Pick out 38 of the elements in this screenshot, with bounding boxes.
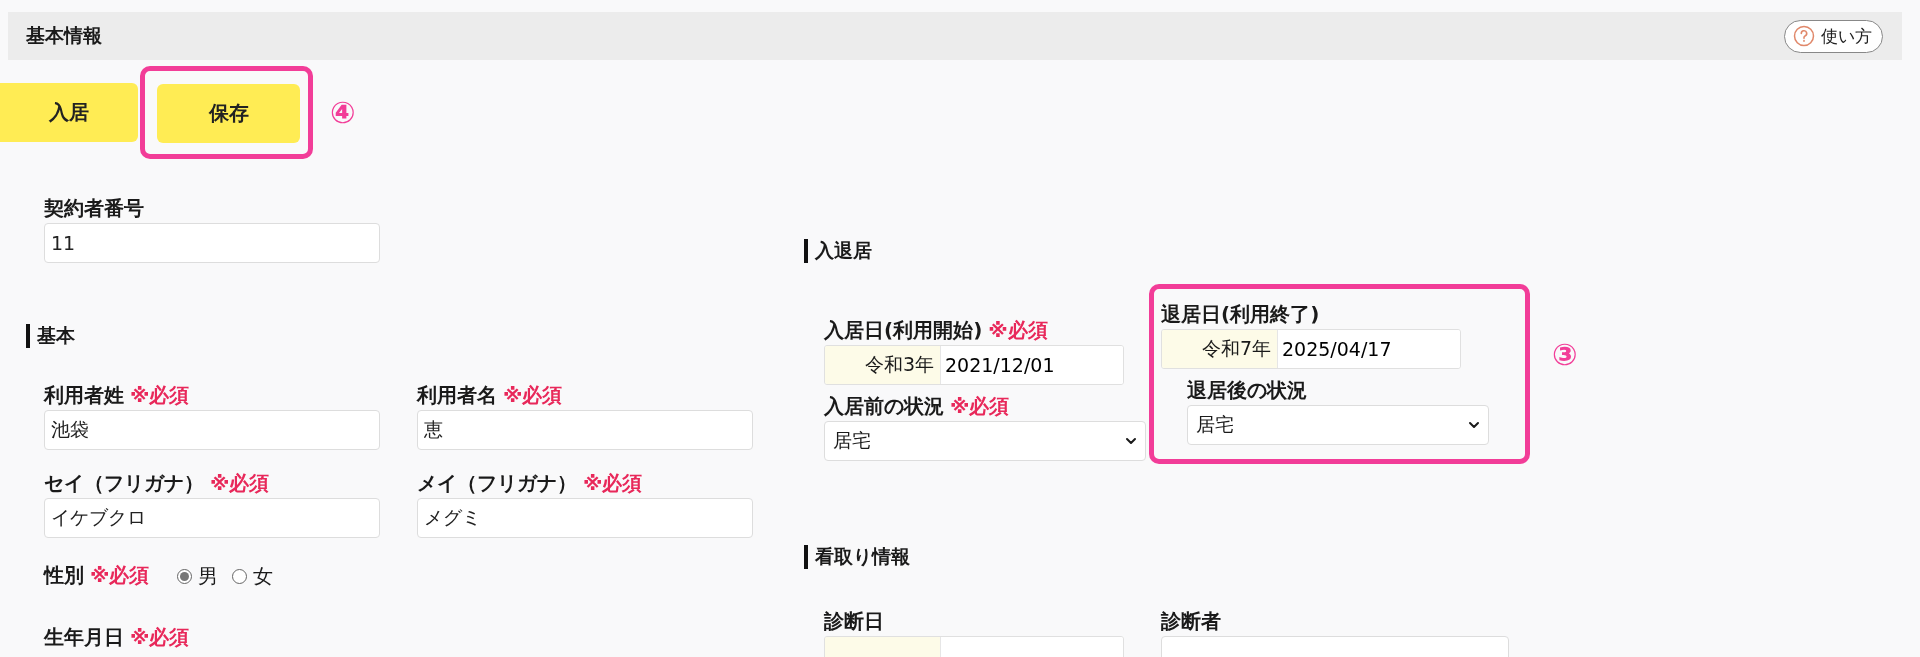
- input-field[interactable]: 恵: [417, 410, 753, 450]
- field-label: 診断日: [824, 608, 885, 635]
- era-label: 令和3年: [825, 346, 940, 384]
- field-label: 利用者姓 ※必須: [44, 382, 191, 409]
- input-field[interactable]: メグミ: [417, 498, 753, 538]
- radio-button[interactable]: [177, 568, 193, 584]
- help-button[interactable]: 使い方: [1784, 19, 1883, 53]
- input-field[interactable]: 池袋: [44, 410, 380, 450]
- field-label: メイ（フリガナ） ※必須: [417, 470, 644, 497]
- field-label: 入居日(利用開始) ※必須: [824, 317, 1049, 344]
- field-label: セイ（フリガナ） ※必須: [44, 470, 271, 497]
- date-input[interactable]: 2021/12/01: [940, 346, 1123, 384]
- input-field[interactable]: 11: [44, 223, 380, 263]
- field-label: 退居日(利用終了): [1161, 301, 1321, 328]
- radio-button[interactable]: [232, 568, 248, 584]
- select-field[interactable]: 居宅: [824, 421, 1146, 461]
- action-button[interactable]: 入居: [0, 83, 138, 142]
- field-label: 契約者番号: [44, 195, 145, 222]
- field-label: 入居前の状況 ※必須: [824, 393, 1011, 420]
- field-label: 性別 ※必須: [44, 562, 150, 589]
- radio-label: 男: [198, 562, 219, 590]
- field-label: 利用者名 ※必須: [417, 382, 564, 409]
- annotation-number: ③: [1552, 336, 1578, 372]
- help-icon: [1793, 25, 1815, 47]
- era-label: 令和7年: [1162, 330, 1277, 368]
- radio-label: 女: [253, 562, 274, 590]
- date-input[interactable]: 2025/04/17: [1277, 330, 1460, 368]
- annotation-number: ④: [330, 95, 356, 130]
- section-heading: 看取り情報: [804, 544, 1578, 570]
- section-heading: 基本: [26, 323, 804, 349]
- field-label: 生年月日 ※必須: [44, 624, 191, 651]
- field-label: 退居後の状況: [1187, 377, 1308, 404]
- action-button[interactable]: 保存: [157, 84, 300, 143]
- select-field[interactable]: 居宅: [1187, 405, 1489, 445]
- input-field[interactable]: イケブクロ: [44, 498, 380, 538]
- section-title: 基本情報: [26, 23, 102, 48]
- section-heading: 入退居: [804, 238, 1578, 264]
- field-label: 診断者: [1161, 608, 1222, 635]
